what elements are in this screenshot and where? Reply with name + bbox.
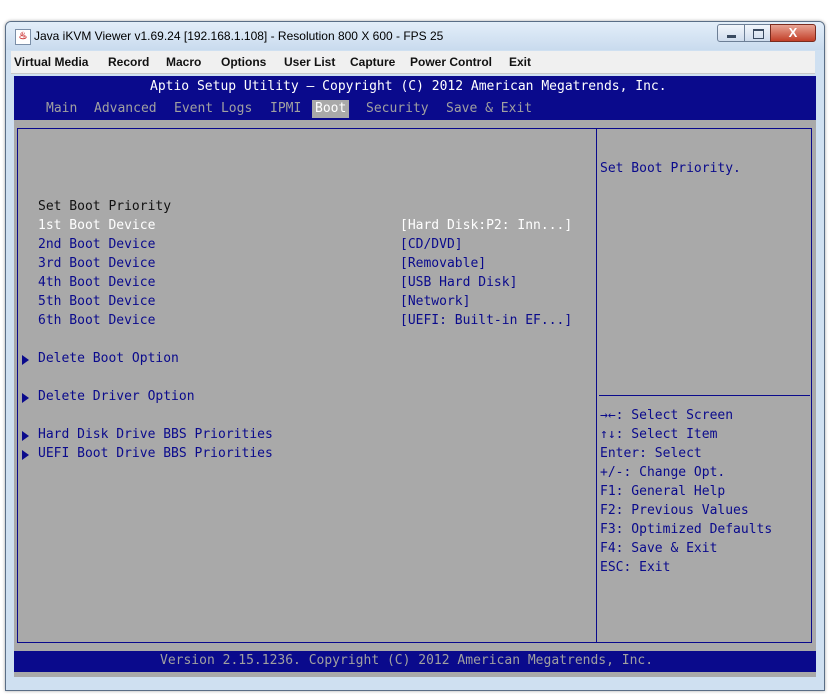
boot-device-label-2[interactable]: 2nd Boot Device — [38, 237, 155, 253]
submenu-arrow-icon — [22, 355, 29, 365]
menu-macro[interactable]: Macro — [166, 55, 201, 69]
menu-power-control[interactable]: Power Control — [410, 55, 492, 69]
boot-device-value-1[interactable]: [Hard Disk:P2: Inn...] — [400, 218, 572, 234]
boot-device-label-3[interactable]: 3rd Boot Device — [38, 256, 155, 272]
submenu-delete-driver-option[interactable]: Delete Driver Option — [38, 389, 195, 405]
bios-footer-text: Version 2.15.1236. Copyright (C) 2012 Am… — [160, 653, 654, 668]
key-help-change-opt: +/-: Change Opt. — [600, 465, 726, 480]
tab-main[interactable]: Main — [46, 100, 77, 118]
bios-header-title: Aptio Setup Utility – Copyright (C) 2012… — [150, 79, 667, 94]
boot-device-label-6[interactable]: 6th Boot Device — [38, 313, 155, 329]
submenu-delete-boot-option[interactable]: Delete Boot Option — [38, 351, 179, 367]
boot-device-label-5[interactable]: 5th Boot Device — [38, 294, 155, 310]
menu-capture[interactable]: Capture — [350, 55, 395, 69]
menu-exit[interactable]: Exit — [509, 55, 531, 69]
key-help-enter: Enter: Select — [600, 446, 702, 461]
key-help-esc: ESC: Exit — [600, 560, 671, 575]
title-bar[interactable]: ♨ Java iKVM Viewer v1.69.24 [192.168.1.1… — [6, 22, 824, 50]
tab-advanced[interactable]: Advanced — [94, 100, 157, 118]
menu-options[interactable]: Options — [221, 55, 266, 69]
menu-record[interactable]: Record — [108, 55, 149, 69]
tab-event-logs[interactable]: Event Logs — [174, 100, 252, 118]
close-button[interactable]: X — [770, 24, 816, 42]
submenu-hdd-bbs-priorities[interactable]: Hard Disk Drive BBS Priorities — [38, 427, 273, 443]
key-help-select-screen: →←: Select Screen — [600, 408, 734, 423]
boot-device-value-5[interactable]: [Network] — [400, 294, 470, 310]
tab-ipmi[interactable]: IPMI — [270, 100, 301, 118]
boot-device-value-3[interactable]: [Removable] — [400, 256, 486, 272]
help-divider — [599, 395, 810, 396]
java-icon: ♨ — [15, 29, 31, 45]
submenu-arrow-icon — [22, 450, 29, 460]
menu-bar: Virtual Media Record Macro Options User … — [11, 51, 815, 74]
tab-save-exit[interactable]: Save & Exit — [446, 100, 532, 118]
section-title: Set Boot Priority — [38, 199, 172, 214]
boot-device-value-4[interactable]: [USB Hard Disk] — [400, 275, 517, 291]
bios-screen[interactable]: Aptio Setup Utility – Copyright (C) 2012… — [14, 76, 816, 677]
key-help-f1: F1: General Help — [600, 484, 726, 499]
menu-user-list[interactable]: User List — [284, 55, 335, 69]
key-help-select-item: ↑↓: Select Item — [600, 427, 718, 442]
submenu-arrow-icon — [22, 393, 29, 403]
boot-device-value-6[interactable]: [UEFI: Built-in EF...] — [400, 313, 572, 329]
close-icon: X — [788, 25, 798, 40]
submenu-arrow-icon — [22, 431, 29, 441]
window-title: Java iKVM Viewer v1.69.24 [192.168.1.108… — [34, 29, 444, 43]
key-help-f3: F3: Optimized Defaults — [600, 522, 773, 537]
boot-device-value-2[interactable]: [CD/DVD] — [400, 237, 463, 253]
key-help-f2: F2: Previous Values — [600, 503, 749, 518]
menu-virtual-media[interactable]: Virtual Media — [14, 55, 88, 69]
help-text: Set Boot Priority. — [600, 161, 741, 176]
maximize-button[interactable] — [744, 24, 771, 42]
minimize-icon — [727, 35, 736, 38]
submenu-uefi-bbs-priorities[interactable]: UEFI Boot Drive BBS Priorities — [38, 446, 273, 462]
kvm-viewer-window: ♨ Java iKVM Viewer v1.69.24 [192.168.1.1… — [5, 21, 825, 691]
minimize-button[interactable] — [717, 24, 745, 42]
maximize-icon — [753, 29, 764, 39]
tab-security[interactable]: Security — [366, 100, 429, 118]
key-help-f4: F4: Save & Exit — [600, 541, 718, 556]
bios-footer: Version 2.15.1236. Copyright (C) 2012 Am… — [14, 651, 816, 672]
boot-device-label-1[interactable]: 1st Boot Device — [38, 218, 155, 234]
bios-header: Aptio Setup Utility – Copyright (C) 2012… — [14, 76, 816, 120]
boot-device-label-4[interactable]: 4th Boot Device — [38, 275, 155, 291]
tab-boot[interactable]: Boot — [312, 100, 350, 118]
